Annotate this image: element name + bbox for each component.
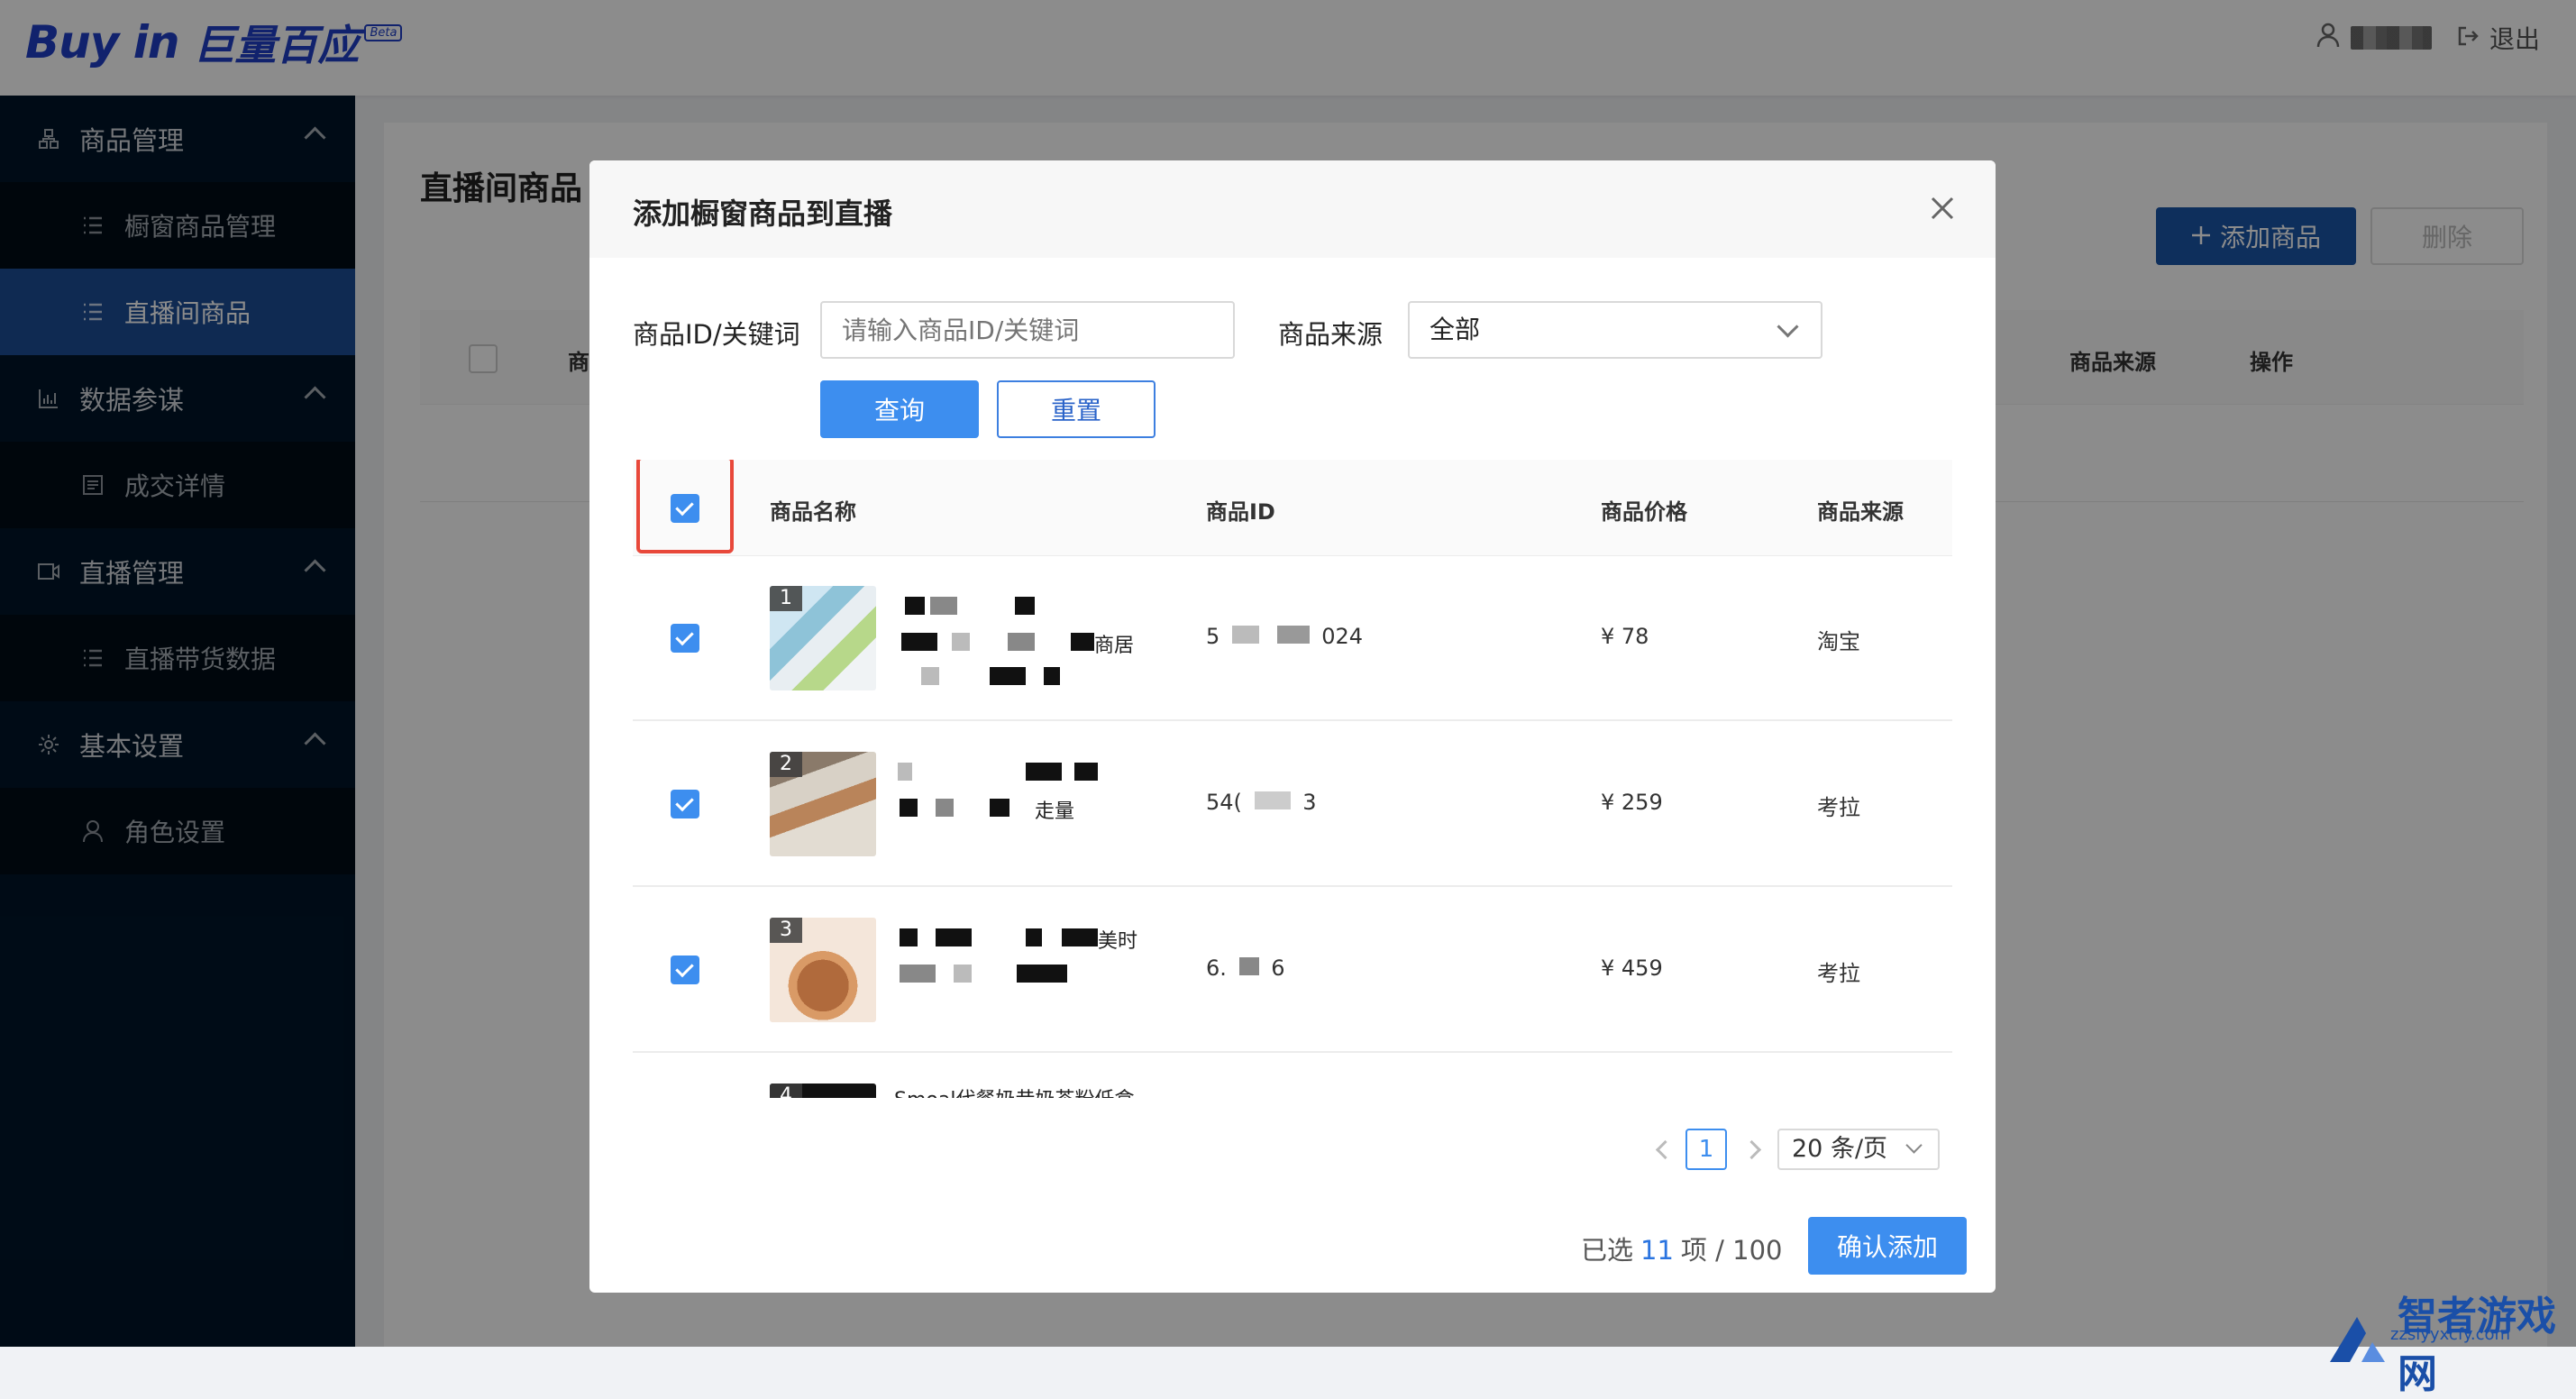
product-name-redacted: 商居 (894, 591, 1165, 690)
product-name-redacted: 美时 (894, 923, 1165, 1022)
product-name-fragment: 商居 (1094, 635, 1135, 657)
column-header-name: 商品名称 (770, 499, 856, 525)
product-thumbnail: 2 (770, 752, 876, 856)
chevron-left-icon[interactable] (1655, 1139, 1676, 1160)
table-header: 商品名称 商品ID 商品价格 商品来源 (633, 460, 1952, 556)
page-number-current[interactable]: 1 (1685, 1129, 1727, 1170)
product-source: 考拉 (1817, 961, 1860, 986)
reset-button[interactable]: 重置 (997, 380, 1156, 438)
product-name-fragment: 美时 (1098, 930, 1138, 953)
thumbnail-index: 3 (770, 918, 802, 943)
product-price: ¥ 459 (1601, 956, 1663, 981)
product-id: 5 024 (1206, 624, 1364, 649)
source-select[interactable]: 全部 (1408, 301, 1822, 359)
product-source: 淘宝 (1817, 629, 1860, 654)
table-row[interactable]: 2 走量 54( 3 ¥ 259 考拉 (633, 721, 1952, 887)
confirm-add-button[interactable]: 确认添加 (1808, 1217, 1967, 1275)
product-price: ¥ 259 (1601, 790, 1663, 815)
row-checkbox[interactable] (671, 624, 699, 653)
product-name-fragment: 走量 (1035, 800, 1075, 823)
page-size-select[interactable]: 20 条/页 (1777, 1129, 1940, 1170)
chevron-right-icon[interactable] (1741, 1139, 1762, 1160)
source-label: 商品来源 (1278, 319, 1384, 350)
table-row[interactable]: 1 商居 5 024 ¥ 78 淘宝 (633, 555, 1952, 721)
thumbnail-index: 4 (770, 1084, 802, 1098)
add-product-modal: 添加橱窗商品到直播 商品ID/关键词 商品来源 全部 查询 重置 商品名称 商品… (589, 160, 1996, 1293)
modal-header: 添加橱窗商品到直播 (589, 160, 1996, 258)
chevron-down-icon (1777, 315, 1799, 338)
table-row[interactable]: 4 Smoal代餐奶昔奶茶粉低盒 (633, 1053, 1952, 1098)
row-checkbox[interactable] (671, 790, 699, 818)
watermark-url: zzslyyxcfy.com (2390, 1325, 2511, 1344)
chevron-down-icon (1905, 1137, 1923, 1154)
product-thumbnail: 4 (770, 1084, 876, 1098)
product-price: ¥ 78 (1601, 624, 1649, 649)
query-button[interactable]: 查询 (820, 380, 979, 438)
close-icon[interactable] (1925, 191, 1959, 225)
column-header-source: 商品来源 (1817, 499, 1904, 525)
product-table: 商品名称 商品ID 商品价格 商品来源 1 商居 5 024 ¥ 78 淘宝 2… (633, 460, 1952, 1098)
column-header-id: 商品ID (1206, 499, 1275, 525)
modal-title: 添加橱窗商品到直播 (633, 197, 893, 231)
product-source: 考拉 (1817, 795, 1860, 820)
table-row[interactable]: 3 美时 6. 6 ¥ 459 考拉 (633, 887, 1952, 1053)
product-name: Smoal代餐奶昔奶茶粉低盒 (894, 1084, 1134, 1098)
product-name-redacted: 走量 (894, 757, 1165, 856)
row-checkbox[interactable] (671, 956, 699, 984)
keyword-label: 商品ID/关键词 (633, 319, 800, 350)
product-id: 6. 6 (1206, 956, 1285, 981)
product-thumbnail: 3 (770, 918, 876, 1022)
product-id: 54( 3 (1206, 790, 1317, 815)
page-size-value: 20 条/页 (1792, 1135, 1888, 1163)
source-select-value: 全部 (1430, 315, 1481, 344)
column-header-price: 商品价格 (1601, 499, 1687, 525)
thumbnail-index: 2 (770, 752, 802, 777)
watermark-logo-icon (2325, 1312, 2389, 1370)
keyword-input[interactable] (820, 301, 1235, 359)
selected-count: 已选 11 项 / 100 (1581, 1235, 1783, 1266)
thumbnail-index: 1 (770, 586, 802, 611)
product-thumbnail: 1 (770, 586, 876, 690)
select-all-checkbox[interactable] (671, 494, 699, 523)
